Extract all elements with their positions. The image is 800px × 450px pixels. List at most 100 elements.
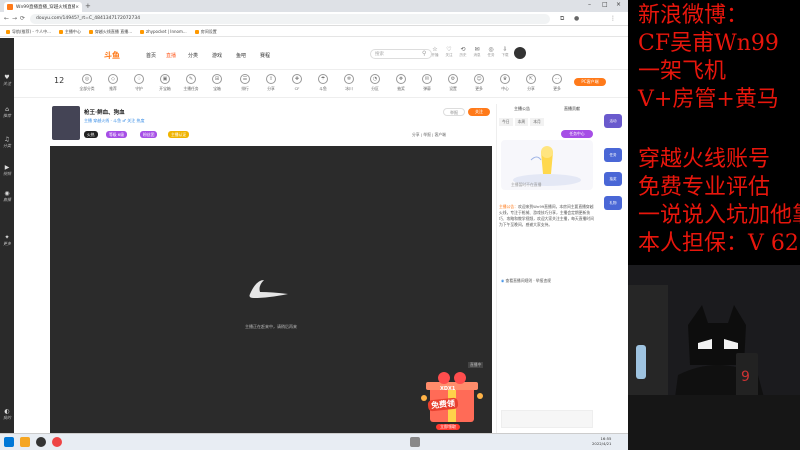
category-item[interactable]: ⇪ 分享: [260, 74, 282, 92]
category-item[interactable]: ◔ 分区: [364, 74, 386, 92]
subtab-today[interactable]: 今日: [499, 118, 513, 126]
category-icon: ❄: [344, 74, 354, 84]
back-icon[interactable]: ←: [4, 15, 9, 22]
bookmark-item[interactable]: 主播中心: [58, 28, 81, 35]
category-item[interactable]: ☺ 更多: [468, 74, 490, 92]
category-item[interactable]: ✉ 弹幕: [416, 74, 438, 92]
minimize-icon[interactable]: –: [588, 1, 591, 8]
live-icon: ◉: [4, 190, 10, 197]
header-tasks[interactable]: ◎ 任务: [484, 46, 498, 58]
rail-item-video[interactable]: ▶ 视频: [0, 164, 14, 178]
header-messages[interactable]: ✉ 消息: [470, 46, 484, 58]
new-tab-button[interactable]: +: [85, 2, 91, 10]
category-item[interactable]: ♛ 中心: [494, 74, 516, 92]
category-item[interactable]: ◎ 全部分类: [76, 74, 98, 92]
forward-icon[interactable]: →: [12, 15, 17, 22]
category-item[interactable]: ⇱ 分享: [520, 74, 542, 92]
category-item[interactable]: ✎ 主播任务: [180, 74, 202, 92]
nav-fishbar[interactable]: 鱼吧: [236, 52, 246, 59]
category-item[interactable]: ☰ 排行: [234, 74, 256, 92]
profile-icon[interactable]: ●: [574, 15, 579, 22]
overlay-line: 新浪微博：: [638, 3, 749, 28]
category-item[interactable]: ⋯ 更多: [546, 74, 568, 92]
bookmark-item[interactable]: 导航(推荐) - 个人中...: [6, 28, 51, 35]
maximize-icon[interactable]: □: [602, 1, 608, 8]
header-start-live[interactable]: ☆ 开播: [428, 46, 442, 58]
category-item[interactable]: ⚙ 设置: [442, 74, 464, 92]
category-item[interactable]: ❄ 冰川: [338, 74, 360, 92]
header-history[interactable]: ⟲ 历史: [456, 46, 470, 58]
history-icon: ⟲: [460, 46, 466, 53]
category-icon: ♛: [500, 74, 510, 84]
overlay-line: 一架飞机: [638, 59, 727, 84]
menu-icon[interactable]: ⋮: [610, 15, 616, 22]
extensions-icon[interactable]: ⧉: [560, 15, 564, 23]
webcam-feed: 9: [628, 265, 800, 450]
rail-item-live[interactable]: ◉ 直播: [0, 190, 14, 204]
widget-gift[interactable]: 礼物: [604, 196, 622, 210]
category-item[interactable]: ◇ 推荐: [102, 74, 124, 92]
category-item[interactable]: ▣ 开宝箱: [154, 74, 176, 92]
bookmark-icon: [6, 29, 10, 34]
category-item[interactable]: ❖ 抽奖: [390, 74, 412, 92]
subtab-week[interactable]: 本周: [514, 118, 529, 126]
report-button[interactable]: 举报: [443, 108, 465, 116]
close-window-icon[interactable]: ×: [616, 1, 621, 8]
rail-item-more[interactable]: ✦ 更多: [0, 234, 14, 248]
douyu-logo[interactable]: 斗鱼: [104, 50, 120, 61]
widget-lottery[interactable]: 抽奖: [604, 172, 622, 186]
nav-schedule[interactable]: 赛程: [260, 52, 270, 59]
bookmark-item[interactable]: 穿越火线直播 直播...: [88, 28, 132, 35]
tab-title: Wn99直播直播_穿越火线直播 - 斗: [16, 5, 76, 10]
rail-item-follow[interactable]: ♥ 关注: [0, 74, 14, 88]
browser-tab[interactable]: Wn99直播直播_穿越火线直播 - 斗 ×: [4, 2, 82, 12]
widget-activity[interactable]: 活动: [604, 114, 622, 128]
tab-contribution[interactable]: 直播贡献: [564, 106, 580, 116]
header-follow[interactable]: ♡ 关注: [442, 46, 456, 58]
pc-client-button[interactable]: PC客户端: [574, 78, 606, 86]
category-item[interactable]: ♢ 守护: [128, 74, 150, 92]
play-icon: ▶: [4, 164, 10, 171]
category-icon: ▣: [160, 74, 170, 84]
room-rules-link[interactable]: ◉ 查看直播间规则 · 举报违规: [501, 278, 551, 284]
status-badge: 火热: [84, 131, 98, 138]
category-item[interactable]: ✚ CF: [286, 74, 308, 91]
claim-gift-button[interactable]: 立即领取: [436, 424, 460, 430]
app-icon[interactable]: [36, 437, 46, 447]
chrome-icon[interactable]: [52, 437, 62, 447]
rail-item-recommend[interactable]: ⌂ 推荐: [0, 106, 14, 120]
category-item[interactable]: ☂ 斗鱼: [312, 74, 334, 92]
reload-icon[interactable]: ⟳: [20, 15, 25, 22]
overlay-line: 免费专业评估: [638, 175, 771, 200]
bookmark-icon: [58, 29, 63, 34]
follow-button[interactable]: 关注: [468, 108, 490, 116]
category-item[interactable]: ⊞ 宝箱: [206, 74, 228, 92]
bookmark-item[interactable]: zhypocket | Innom...: [140, 28, 187, 35]
task-center-button[interactable]: 任务中心: [561, 130, 593, 138]
header-download[interactable]: ⇩ 下载: [498, 46, 512, 58]
tab-announcement[interactable]: 主播公告: [514, 106, 530, 116]
bookmark-item[interactable]: 房间设置: [194, 28, 217, 35]
widget-task[interactable]: 任务: [604, 148, 622, 162]
tray-icon[interactable]: [410, 437, 420, 447]
start-icon[interactable]: [4, 437, 14, 447]
nav-live[interactable]: 直播: [166, 52, 176, 59]
nav-games[interactable]: 游戏: [212, 52, 222, 59]
share-links[interactable]: 分享 | 举报 | 客户端: [412, 132, 446, 138]
nav-category[interactable]: 分类: [188, 52, 198, 59]
chat-input[interactable]: [501, 410, 593, 428]
close-tab-icon[interactable]: ×: [75, 5, 79, 10]
subtab-month[interactable]: 本月: [530, 118, 544, 126]
folder-icon[interactable]: [20, 437, 30, 447]
avatar[interactable]: [514, 47, 526, 59]
clock[interactable]: 16:55 2022/4/21: [592, 436, 611, 446]
url-input[interactable]: douyu.com/14945?_rt=C_4841347172072734: [30, 14, 550, 24]
video-player[interactable]: 主播正在赶来中，请稍后再来 直播中 XDX1 免费领 立即领取: [50, 146, 492, 433]
search-icon[interactable]: ⚲: [422, 50, 426, 57]
rail-item-mine[interactable]: ◐ 我的: [0, 408, 14, 422]
avatar[interactable]: [52, 106, 80, 140]
category-icon: ◇: [108, 74, 118, 84]
category-count: 12: [54, 76, 65, 85]
nav-home[interactable]: 首页: [146, 52, 156, 59]
rail-item-category[interactable]: ♫ 分类: [0, 136, 14, 150]
